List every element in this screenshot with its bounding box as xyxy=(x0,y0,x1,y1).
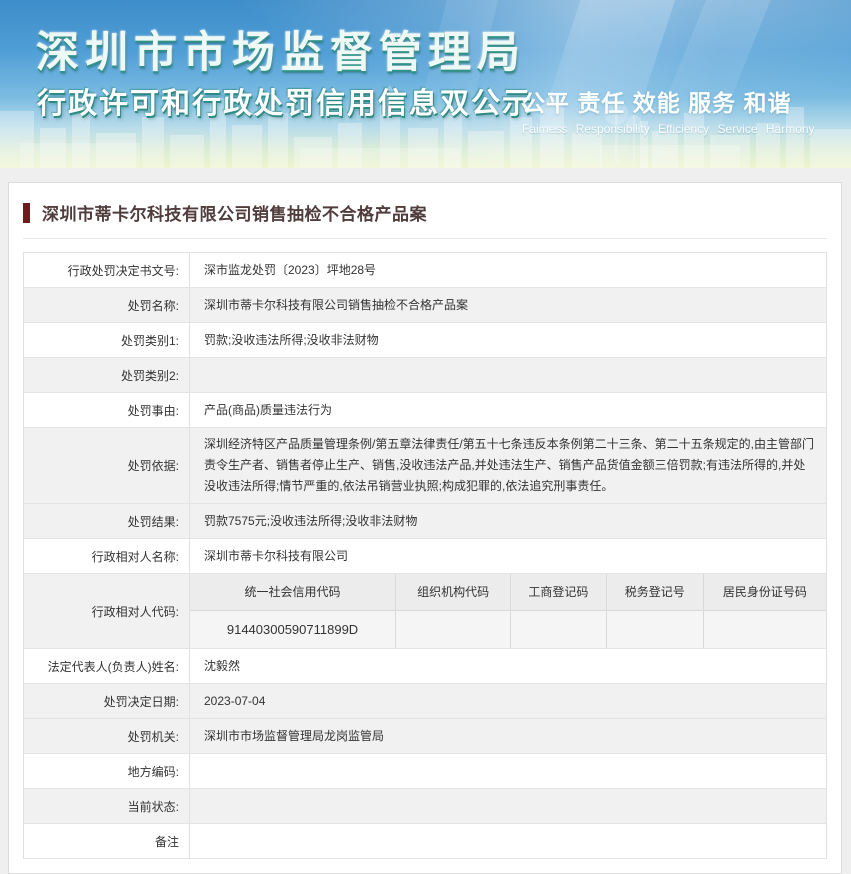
row-value: 罚款7575元;没收违法所得;没收非法财物 xyxy=(204,513,418,528)
banner-subtitle: 行政许可和行政处罚信用信息双公示 xyxy=(37,88,534,120)
row-label: 当前状态: xyxy=(24,789,190,823)
row-label: 地方编码: xyxy=(24,754,190,788)
table-row-decision-date: 处罚决定日期: 2023-07-04 xyxy=(24,684,826,719)
row-value xyxy=(190,754,826,788)
codes-header-tax-reg: 税务登记号 xyxy=(606,574,704,611)
site-banner: 深圳市市场监督管理局 行政许可和行政处罚信用信息双公示 公平 责任 效能 服务 … xyxy=(0,0,851,168)
org-name-heading: 深圳市市场监督管理局 xyxy=(36,29,526,77)
table-row-party-codes: 行政相对人代码: 统一社会信用代码 组织机构代码 工商登记码 税务登记号 居民身… xyxy=(24,574,826,649)
row-label: 处罚机关: xyxy=(24,719,190,753)
table-row-legal-representative: 法定代表人(负责人)姓名: 沈毅然 xyxy=(24,649,826,684)
table-row-penalty-type-1: 处罚类别1: 罚款;没收违法所得;没收非法财物 xyxy=(24,323,826,358)
table-row-decision-number: 行政处罚决定书文号: 深市监龙处罚〔2023〕坪地28号 xyxy=(24,253,826,288)
row-label: 法定代表人(负责人)姓名: xyxy=(24,649,190,683)
row-label: 备注 xyxy=(24,824,190,858)
page-title-bar: 深圳市蒂卡尔科技有限公司销售抽检不合格产品案 xyxy=(23,183,827,239)
table-row-local-code: 地方编码: xyxy=(24,754,826,789)
row-label: 处罚类别2: xyxy=(24,358,190,392)
row-label: 处罚事由: xyxy=(24,393,190,427)
row-value: 深圳市蒂卡尔科技有限公司销售抽检不合格产品案 xyxy=(204,297,469,312)
slogan-chinese: 公平 责任 效能 服务 和谐 xyxy=(522,90,792,116)
codes-header-business-reg: 工商登记码 xyxy=(511,574,607,611)
table-row-penalty-basis: 处罚依据: 深圳经济特区产品质量管理条例/第五章法律责任/第五十七条违反本条例第… xyxy=(24,428,826,504)
page-title: 深圳市蒂卡尔科技有限公司销售抽检不合格产品案 xyxy=(42,205,427,224)
row-value: 沈毅然 xyxy=(204,658,241,673)
title-accent-bar xyxy=(23,202,30,223)
table-row-penalty-name: 处罚名称: 深圳市蒂卡尔科技有限公司销售抽检不合格产品案 xyxy=(24,288,826,323)
row-label: 处罚类别1: xyxy=(24,323,190,357)
row-value: 深圳市蒂卡尔科技有限公司 xyxy=(204,548,349,563)
party-codes-table: 统一社会信用代码 组织机构代码 工商登记码 税务登记号 居民身份证号码 9144… xyxy=(190,574,826,648)
row-label: 行政相对人名称: xyxy=(24,539,190,573)
slogan-english: Faimess Responsibility Efficiency Servic… xyxy=(522,122,815,136)
content-card: 深圳市蒂卡尔科技有限公司销售抽检不合格产品案 行政处罚决定书文号: 深市监龙处罚… xyxy=(8,182,842,874)
codes-value-tax-reg xyxy=(606,611,704,648)
row-label: 处罚名称: xyxy=(24,288,190,322)
row-label: 行政相对人代码: xyxy=(24,574,190,648)
codes-value-credit-code: 91440300590711899D xyxy=(190,611,397,648)
row-value xyxy=(190,789,826,823)
table-row-penalty-authority: 处罚机关: 深圳市市场监督管理局龙岗监管局 xyxy=(24,719,826,754)
row-label: 处罚结果: xyxy=(24,504,190,538)
row-value xyxy=(190,824,826,858)
table-row-penalty-result: 处罚结果: 罚款7575元;没收违法所得;没收非法财物 xyxy=(24,504,826,539)
table-row-penalty-reason: 处罚事由: 产品(商品)质量违法行为 xyxy=(24,393,826,428)
table-row-penalty-type-2: 处罚类别2: xyxy=(24,358,826,393)
row-value: 深市监龙处罚〔2023〕坪地28号 xyxy=(204,262,377,277)
codes-value-id-number xyxy=(703,611,826,648)
row-label: 处罚决定日期: xyxy=(24,684,190,718)
codes-header-org-code: 组织机构代码 xyxy=(396,574,512,611)
row-value: 2023-07-04 xyxy=(204,693,266,708)
table-row-remarks: 备注 xyxy=(24,824,826,859)
row-value: 深圳市市场监督管理局龙岗监管局 xyxy=(204,728,385,743)
row-value: 罚款;没收违法所得;没收非法财物 xyxy=(204,332,379,347)
table-row-current-status: 当前状态: xyxy=(24,789,826,824)
row-label: 行政处罚决定书文号: xyxy=(24,253,190,287)
row-value: 产品(商品)质量违法行为 xyxy=(204,402,332,417)
codes-value-org-code xyxy=(396,611,512,648)
slogan-block: 公平 责任 效能 服务 和谐 Faimess Responsibility Ef… xyxy=(522,84,844,136)
row-value: 统一社会信用代码 组织机构代码 工商登记码 税务登记号 居民身份证号码 9144… xyxy=(190,574,826,648)
table-row-party-name: 行政相对人名称: 深圳市蒂卡尔科技有限公司 xyxy=(24,539,826,574)
penalty-info-table: 行政处罚决定书文号: 深市监龙处罚〔2023〕坪地28号 处罚名称: 深圳市蒂卡… xyxy=(23,252,827,859)
row-label: 处罚依据: xyxy=(24,428,190,503)
row-value xyxy=(190,358,826,392)
codes-header-credit-code: 统一社会信用代码 xyxy=(190,574,397,611)
row-value: 深圳经济特区产品质量管理条例/第五章法律责任/第五十七条违反本条例第二十三条、第… xyxy=(204,437,815,493)
codes-header-id-number: 居民身份证号码 xyxy=(703,574,826,611)
codes-value-business-reg xyxy=(511,611,607,648)
